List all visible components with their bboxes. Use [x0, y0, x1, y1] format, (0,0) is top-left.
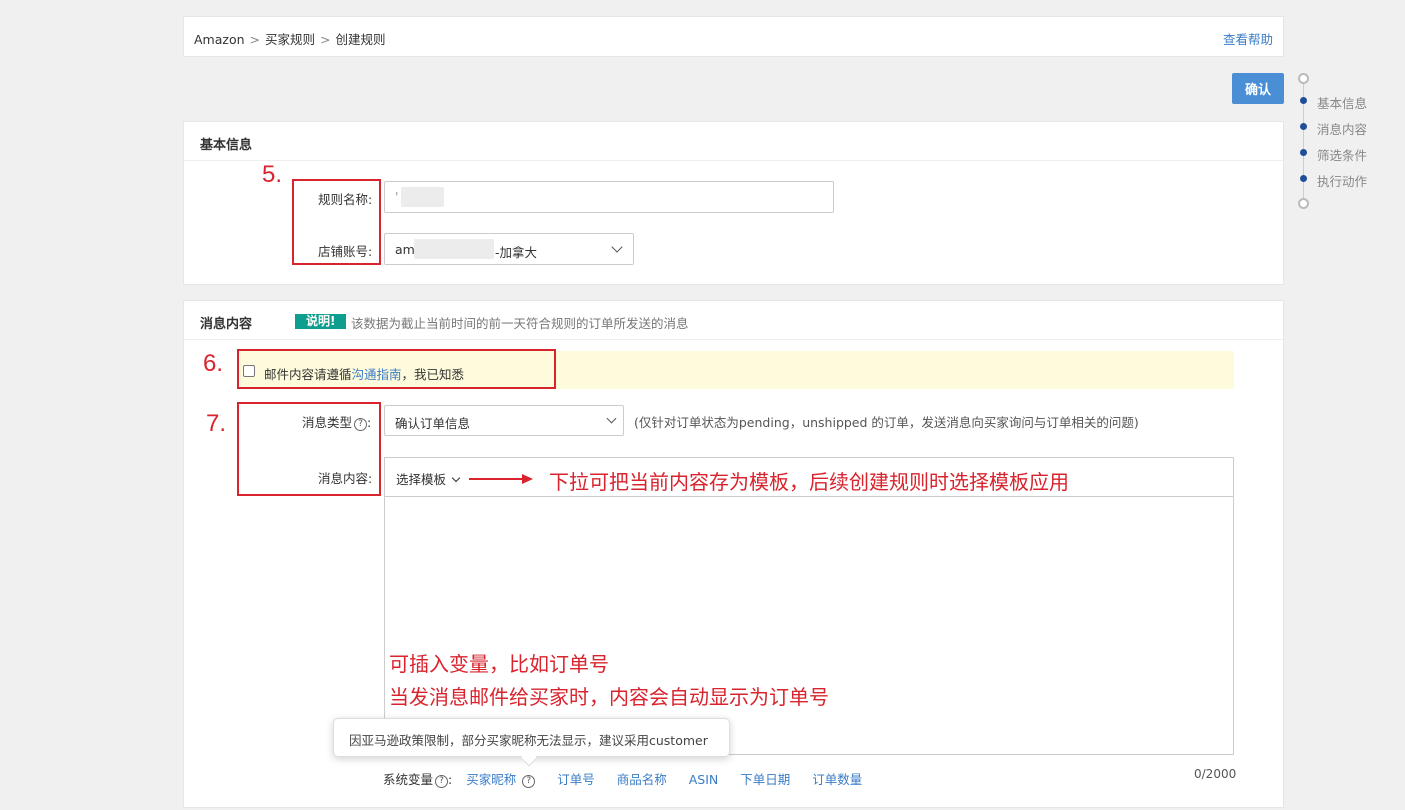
variable-product-name[interactable]: 商品名称: [617, 772, 667, 787]
breadcrumb-bar: Amazon > 买家规则 > 创建规则 查看帮助: [183, 16, 1284, 57]
message-content-header: 消息内容 说明! 该数据为截止当前时间的前一天符合规则的订单所发送的消息: [184, 301, 1283, 340]
annotation-variable-note-1: 可插入变量，比如订单号: [389, 652, 609, 676]
template-select-label: 选择模板: [396, 472, 447, 487]
annotation-box-guideline: [237, 349, 556, 389]
step-nav-filter-conditions[interactable]: 筛选条件: [1317, 145, 1367, 164]
message-content-title: 消息内容: [200, 317, 253, 332]
annotation-arrow-icon: [469, 474, 533, 484]
annotation-variable-note-2: 当发消息邮件给买家时，内容会自动显示为订单号: [389, 685, 829, 709]
step-nav-dot: [1300, 97, 1307, 104]
annotation-number-5: 5.: [262, 161, 283, 188]
step-nav-dot: [1300, 175, 1307, 182]
annotation-number-6: 6.: [203, 350, 224, 377]
breadcrumb-item-create-rule: 创建规则: [335, 32, 386, 47]
breadcrumb-separator: >: [320, 32, 331, 47]
breadcrumb-item-buyer-rules[interactable]: 买家规则: [265, 32, 315, 47]
message-type-select[interactable]: 确认订单信息: [384, 405, 624, 436]
rule-name-input[interactable]: ': [384, 181, 834, 213]
confirm-button[interactable]: 确认: [1232, 73, 1284, 104]
variable-order-date[interactable]: 下单日期: [740, 772, 790, 787]
annotation-template-note: 下拉可把当前内容存为模板，后续创建规则时选择模板应用: [549, 470, 1069, 494]
variable-order-quantity[interactable]: 订单数量: [812, 772, 862, 787]
system-variables: 系统变量?: 买家昵称 ? 订单号 商品名称 ASIN 下单日期 订单数量: [383, 772, 863, 788]
message-editor[interactable]: 选择模板: [384, 457, 1234, 755]
variable-buyer-nickname[interactable]: 买家昵称 ?: [466, 772, 536, 788]
message-type-value: 确认订单信息: [395, 416, 471, 431]
variable-label: 买家昵称: [466, 772, 517, 787]
note-badge: 说明!: [295, 314, 347, 329]
chevron-down-icon: [611, 241, 623, 253]
variable-order-number[interactable]: 订单号: [557, 772, 595, 787]
step-nav-message-content[interactable]: 消息内容: [1317, 119, 1367, 138]
note-text: 该数据为截止当前时间的前一天符合规则的订单所发送的消息: [351, 316, 689, 331]
step-nav-dot: [1300, 149, 1307, 156]
store-account-select[interactable]: am -加拿大: [384, 233, 634, 265]
annotation-number-7: 7.: [206, 410, 227, 437]
basic-info-title: 基本信息: [184, 122, 1283, 161]
step-nav-dot: [1300, 123, 1307, 130]
system-variables-label: 系统变量: [383, 772, 434, 787]
chevron-down-icon: [606, 413, 617, 424]
breadcrumb-item-amazon[interactable]: Amazon: [194, 32, 245, 47]
step-nav-actions[interactable]: 执行动作: [1317, 171, 1367, 190]
step-nav-start-ring: [1298, 73, 1309, 84]
annotation-box-basic-fields: [292, 179, 381, 265]
step-nav-end-ring: [1298, 198, 1309, 209]
chevron-down-icon: [451, 473, 461, 483]
step-nav-basic-info[interactable]: 基本信息: [1317, 93, 1367, 112]
help-icon[interactable]: ?: [435, 775, 449, 788]
message-type-hint: (仅针对订单状态为pending，unshipped 的订单，发送消息向买家询问…: [634, 415, 1139, 430]
breadcrumb: Amazon > 买家规则 > 创建规则: [194, 29, 386, 48]
variable-asin[interactable]: ASIN: [689, 772, 719, 787]
annotation-box-message-fields: [237, 402, 381, 496]
help-link[interactable]: 查看帮助: [1223, 29, 1273, 48]
template-select[interactable]: 选择模板: [396, 469, 461, 488]
character-counter: 0/2000: [1194, 767, 1237, 781]
breadcrumb-separator: >: [249, 32, 261, 47]
rule-name-value: ': [395, 189, 399, 204]
redacted-text: [401, 187, 444, 207]
help-icon[interactable]: ?: [522, 775, 536, 788]
redacted-text: [414, 239, 494, 259]
store-prefix: am: [395, 242, 415, 257]
store-suffix: -加拿大: [495, 245, 538, 260]
